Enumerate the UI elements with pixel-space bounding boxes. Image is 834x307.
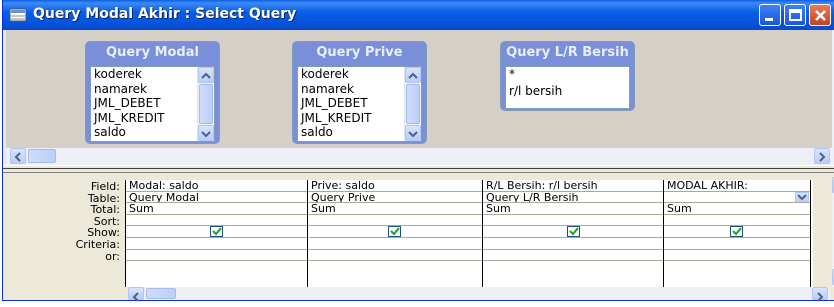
- table-cell[interactable]: Query L/R Bersih: [483, 192, 663, 204]
- table-pane: Query Modal koderek namarek JML_DEBET JM…: [6, 30, 834, 165]
- close-button[interactable]: [809, 4, 831, 26]
- scroll-left-button[interactable]: [10, 148, 26, 164]
- show-cell: [664, 226, 810, 238]
- table-pane-horizontal-scrollbar[interactable]: [6, 148, 834, 165]
- show-checkbox[interactable]: [388, 226, 401, 238]
- pane-splitter[interactable]: [3, 165, 834, 173]
- field-item[interactable]: JML_KREDIT: [298, 111, 421, 126]
- window-title: Query Modal Akhir : Select Query: [33, 6, 297, 22]
- field-item[interactable]: namarek: [91, 82, 214, 97]
- scroll-left-button[interactable]: [128, 287, 144, 302]
- scroll-up-button[interactable]: [405, 67, 421, 83]
- scroll-right-button[interactable]: [814, 148, 830, 164]
- row-label-criteria: Criteria:: [75, 237, 120, 251]
- row-label-field: Field:: [90, 180, 120, 193]
- sort-cell[interactable]: [664, 215, 810, 227]
- design-grid-pane: Field: Table: Total: Sort: Show: Criteri…: [6, 173, 834, 302]
- show-checkbox[interactable]: [567, 226, 580, 238]
- field-item[interactable]: *: [506, 67, 629, 82]
- scroll-right-button[interactable]: [812, 287, 828, 302]
- field-item[interactable]: saldo: [298, 125, 421, 140]
- grid-column: MODAL AKHIR: Sum: [664, 180, 811, 287]
- grid-column: Prive: saldo Query Prive Sum: [308, 180, 483, 287]
- field-list-title: Query L/R Bersih: [506, 45, 629, 60]
- field-cell[interactable]: Modal: saldo: [126, 180, 307, 192]
- field-cell[interactable]: Prive: saldo: [308, 180, 482, 192]
- scroll-thumb[interactable]: [146, 288, 176, 299]
- field-list-scrollbar[interactable]: [197, 67, 214, 141]
- criteria-cell[interactable]: [126, 238, 307, 250]
- table-cell[interactable]: Query Prive: [308, 192, 482, 204]
- field-list-query-lr-bersih[interactable]: Query L/R Bersih * r/l bersih: [500, 41, 635, 111]
- or-cell[interactable]: [664, 250, 810, 262]
- show-checkbox[interactable]: [210, 226, 223, 238]
- field-item[interactable]: saldo: [91, 125, 214, 140]
- field-cell[interactable]: MODAL AKHIR:: [664, 180, 810, 192]
- or-cell[interactable]: [126, 250, 307, 262]
- show-cell: [483, 226, 663, 238]
- field-list-query-prive[interactable]: Query Prive koderek namarek JML_DEBET JM…: [292, 41, 427, 144]
- field-item[interactable]: koderek: [298, 67, 421, 82]
- scroll-thumb[interactable]: [199, 84, 213, 124]
- field-list-query-modal[interactable]: Query Modal koderek namarek JML_DEBET JM…: [85, 41, 220, 144]
- scroll-thumb[interactable]: [406, 84, 420, 124]
- scroll-thumb[interactable]: [28, 149, 56, 163]
- field-item[interactable]: koderek: [91, 67, 214, 82]
- total-cell[interactable]: Sum: [664, 203, 810, 215]
- grid-column: Modal: saldo Query Modal Sum: [126, 180, 308, 287]
- maximize-button[interactable]: [784, 4, 806, 26]
- title-bar[interactable]: Query Modal Akhir : Select Query: [3, 0, 834, 30]
- grid-horizontal-scrollbar[interactable]: [128, 287, 830, 302]
- or-cell[interactable]: [483, 250, 663, 262]
- scroll-up-button[interactable]: [198, 67, 214, 83]
- design-grid: Modal: saldo Query Modal Sum Prive: sald…: [125, 180, 813, 287]
- grid-row-labels: Field: Table: Total: Sort: Show: Criteri…: [6, 181, 124, 262]
- field-list-box[interactable]: * r/l bersih: [505, 66, 630, 109]
- scroll-down-button[interactable]: [405, 125, 421, 141]
- field-list-title: Query Prive: [316, 45, 403, 60]
- criteria-cell[interactable]: [664, 238, 810, 250]
- field-item[interactable]: namarek: [298, 82, 421, 97]
- total-cell[interactable]: Sum: [483, 203, 663, 215]
- sort-cell[interactable]: [483, 215, 663, 227]
- field-list-box[interactable]: koderek namarek JML_DEBET JML_KREDIT sal…: [297, 66, 422, 142]
- sort-cell[interactable]: [126, 215, 307, 227]
- row-label-or: or:: [105, 249, 120, 263]
- sort-cell[interactable]: [308, 215, 482, 227]
- field-list-title: Query Modal: [106, 45, 199, 60]
- total-cell[interactable]: Sum: [308, 203, 482, 215]
- field-item[interactable]: JML_KREDIT: [91, 111, 214, 126]
- table-cell[interactable]: [664, 191, 810, 204]
- field-item[interactable]: JML_DEBET: [91, 96, 214, 111]
- field-list-scrollbar[interactable]: [404, 67, 421, 141]
- table-cell[interactable]: Query Modal: [126, 192, 307, 204]
- show-checkbox[interactable]: [730, 226, 743, 238]
- or-cell[interactable]: [308, 250, 482, 262]
- field-item[interactable]: r/l bersih: [506, 84, 629, 99]
- show-cell: [308, 226, 482, 238]
- query-icon: [9, 7, 27, 22]
- show-cell: [126, 226, 307, 238]
- criteria-cell[interactable]: [483, 238, 663, 250]
- field-item[interactable]: JML_DEBET: [298, 96, 421, 111]
- field-cell[interactable]: R/L Bersih: r/l bersih: [483, 180, 663, 192]
- field-list-box[interactable]: koderek namarek JML_DEBET JML_KREDIT sal…: [90, 66, 215, 142]
- table-dropdown-button[interactable]: [795, 191, 809, 203]
- total-cell[interactable]: Sum: [126, 203, 307, 215]
- minimize-button[interactable]: [759, 4, 781, 26]
- scroll-down-button[interactable]: [198, 125, 214, 141]
- grid-column: R/L Bersih: r/l bersih Query L/R Bersih …: [483, 180, 664, 287]
- criteria-cell[interactable]: [308, 238, 482, 250]
- query-window: Query Modal Akhir : Select Query Query M…: [2, 0, 834, 302]
